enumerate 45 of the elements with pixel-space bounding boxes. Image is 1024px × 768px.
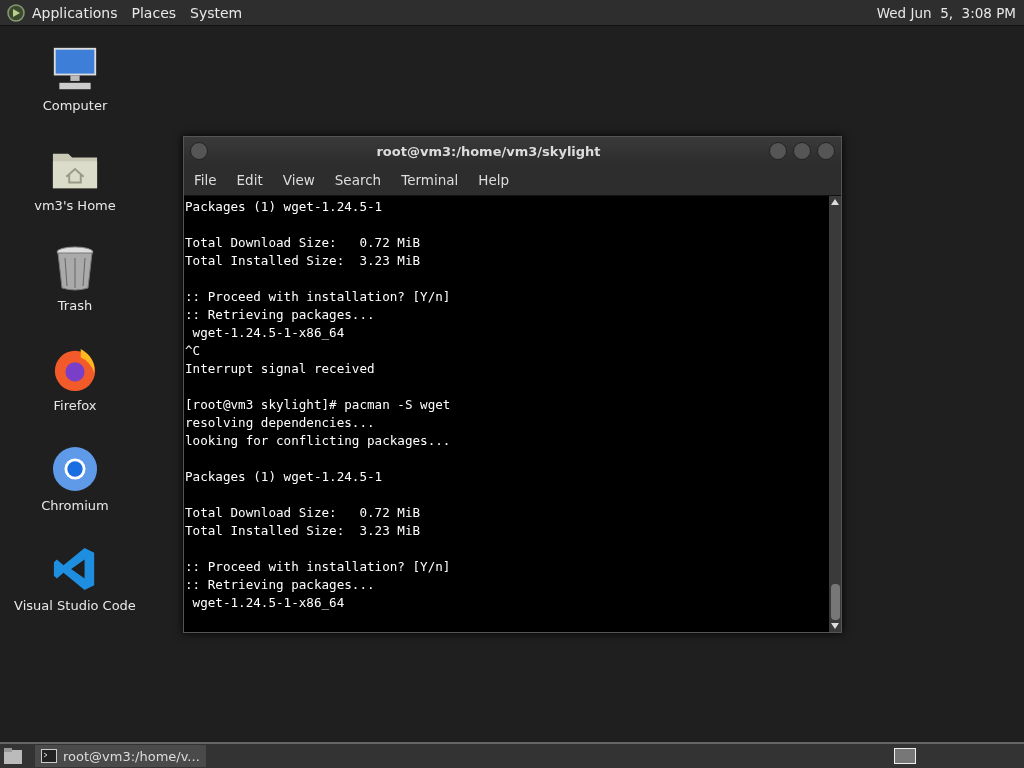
menu-item[interactable]: Terminal — [401, 172, 459, 188]
terminal-line: :: Retrieving packages... — [185, 576, 376, 594]
menu-item[interactable]: Edit — [236, 172, 263, 188]
show-desktop-icon[interactable] — [3, 747, 23, 765]
panel-menu[interactable]: Applications — [32, 4, 118, 21]
terminal-line: :: Proceed with installation? [Y/n] — [185, 558, 452, 576]
desktop-icon-label[interactable]: Chromium — [41, 498, 109, 513]
terminal-line: Packages (1) wget-1.24.5-1 — [185, 468, 384, 486]
scrollbar[interactable] — [829, 196, 841, 632]
logo-icon[interactable] — [6, 2, 26, 23]
terminal-line: Total Installed Size: 3.23 MiB — [185, 252, 422, 270]
terminal-line: wget-1.24.5-1-x86_64 — [191, 594, 346, 612]
menu-item[interactable]: View — [282, 172, 315, 188]
desktop-icon-label[interactable]: Computer — [42, 98, 108, 113]
chromium-icon[interactable] — [51, 446, 99, 492]
panel-menu[interactable]: Places — [131, 4, 177, 21]
terminal-line: ^C — [185, 342, 202, 360]
computer-icon[interactable] — [51, 46, 99, 92]
terminal-line: wget-1.24.5-1-x86_64 — [191, 324, 346, 342]
terminal-line: looking for conflicting packages... — [185, 432, 452, 450]
scroll-down-icon[interactable] — [831, 623, 839, 629]
workspace-switcher[interactable] — [894, 748, 916, 764]
menu-item[interactable]: File — [194, 172, 217, 188]
terminal-line: Packages (1) wget-1.24.5-1 — [185, 198, 384, 216]
taskbar-button[interactable]: root@vm3:/home/v... — [35, 745, 206, 767]
window-title: root@vm3:/home/vm3/skylight — [375, 143, 602, 159]
terminal-line: Total Download Size: 0.72 MiB — [185, 504, 422, 522]
terminal-line: [root@vm3 skylight]# pacman -S wget — [185, 396, 452, 414]
terminal-line: Interrupt signal received — [185, 360, 376, 378]
terminal-line: Total Installed Size: 3.23 MiB — [185, 522, 422, 540]
scroll-thumb[interactable] — [830, 584, 840, 620]
terminal-line: :: Proceed with installation? [Y/n] — [185, 288, 452, 306]
terminal-line: :: Retrieving packages... — [185, 306, 376, 324]
terminal-line: Total Download Size: 0.72 MiB — [185, 234, 422, 252]
clock[interactable]: Wed Jun 5, 3:08 PM — [876, 4, 1016, 21]
menu-item[interactable]: Search — [334, 172, 382, 188]
desktop-icon-label[interactable]: Visual Studio Code — [14, 598, 136, 613]
panel-menu[interactable]: System — [190, 4, 243, 21]
scroll-up-icon[interactable] — [831, 199, 839, 205]
desktop-icon-label[interactable]: Firefox — [53, 398, 97, 413]
desktop-icon-label[interactable]: Trash — [57, 298, 93, 313]
terminal-line: resolving dependencies... — [185, 414, 376, 432]
desktop-icon-label[interactable]: vm3's Home — [34, 198, 116, 213]
terminal-icon — [41, 749, 57, 763]
menu-item[interactable]: Help — [478, 172, 510, 188]
